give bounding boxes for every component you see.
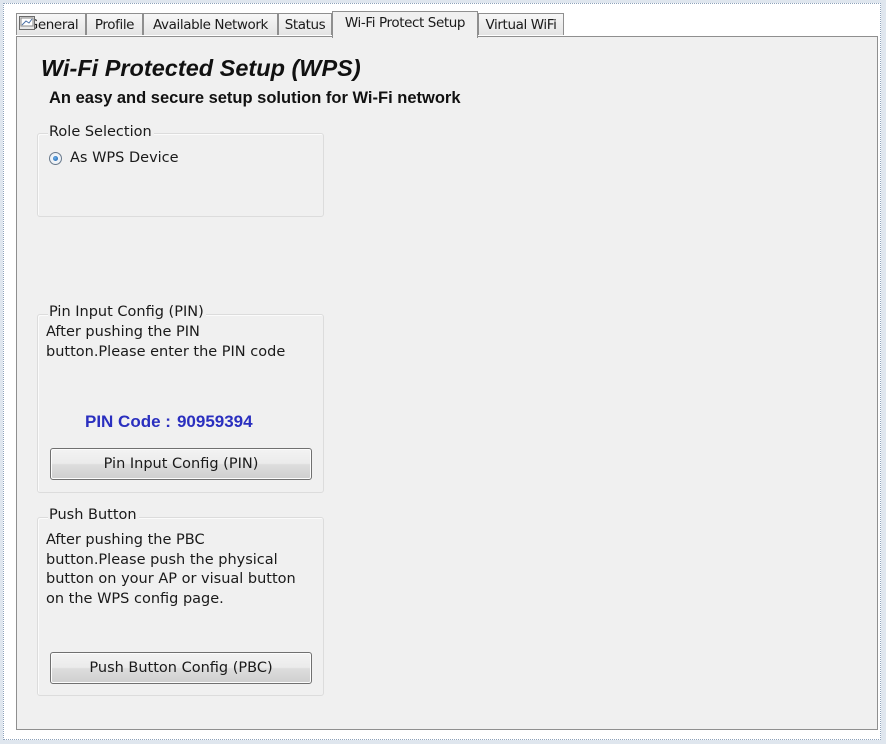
push-button-label: Push Button: [48, 507, 139, 523]
tab-profile[interactable]: Profile: [86, 13, 143, 35]
pin-code-display: PIN Code : 90959394: [85, 412, 253, 432]
tab-virtual-wifi[interactable]: Virtual WiFi: [478, 13, 564, 35]
pbc-instructions-line1: After pushing the PBC: [46, 532, 205, 548]
tab-available-network-label: Available Network: [153, 17, 268, 33]
pin-instructions-line1: After pushing the PIN: [46, 324, 200, 340]
tab-status-label: Status: [284, 17, 326, 33]
pin-input-config-button[interactable]: Pin Input Config (PIN): [50, 448, 312, 480]
pin-instructions-line2: button.Please enter the PIN code: [46, 344, 286, 360]
page-title: Wi-Fi Protected Setup (WPS): [41, 55, 361, 81]
push-button-config-button[interactable]: Push Button Config (PBC): [50, 652, 312, 684]
pin-config-label: Pin Input Config (PIN): [48, 304, 206, 320]
pin-code-value: 90959394: [176, 412, 253, 431]
pin-code-label: PIN Code :: [85, 412, 171, 431]
tab-general-label: General: [27, 17, 79, 33]
network-adapter-icon: [19, 16, 35, 30]
tab-status[interactable]: Status: [278, 13, 332, 35]
tab-virtual-wifi-label: Virtual WiFi: [485, 17, 557, 33]
role-selection-group: [37, 133, 324, 217]
wps-panel: Wi-Fi Protected Setup (WPS) An easy and …: [16, 36, 878, 730]
radio-selected-icon: [49, 152, 62, 165]
tab-general[interactable]: General: [16, 13, 86, 35]
tab-profile-label: Profile: [94, 17, 135, 33]
tab-available-network[interactable]: Available Network: [143, 13, 278, 35]
page-subtitle: An easy and secure setup solution for Wi…: [49, 89, 461, 107]
pbc-instructions-line3: button on your AP or visual button: [46, 571, 296, 587]
tab-wifi-protect-setup-label: Wi-Fi Protect Setup: [344, 15, 466, 31]
tab-wifi-protect-setup[interactable]: Wi-Fi Protect Setup: [332, 11, 478, 38]
as-wps-device-label: As WPS Device: [70, 150, 179, 166]
role-selection-label: Role Selection: [48, 124, 154, 140]
pbc-instructions-line2: button.Please push the physical: [46, 552, 278, 568]
pbc-instructions-line4: on the WPS config page.: [46, 591, 224, 607]
